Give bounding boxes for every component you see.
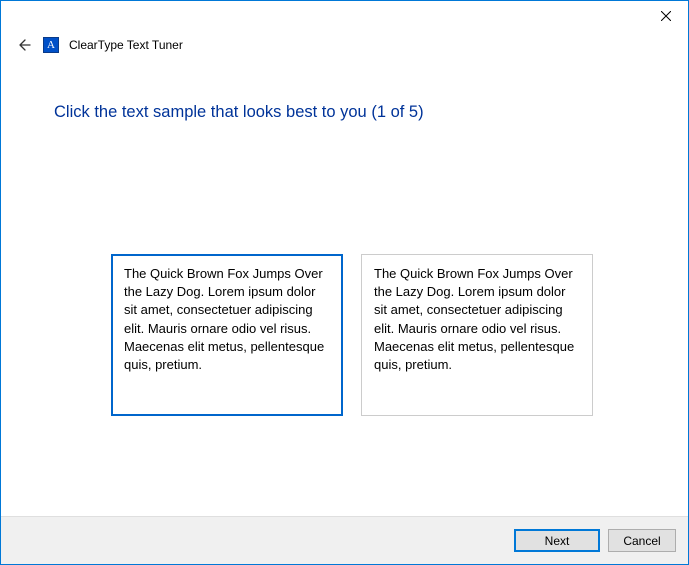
text-sample-1-content: The Quick Brown Fox Jumps Over the Lazy … — [124, 266, 324, 372]
wizard-footer: Next Cancel — [1, 516, 688, 564]
back-arrow-icon — [15, 37, 31, 53]
header-row: A ClearType Text Tuner — [1, 31, 688, 65]
close-icon — [661, 11, 671, 21]
next-button[interactable]: Next — [514, 529, 600, 552]
close-button[interactable] — [643, 1, 688, 31]
text-samples-row: The Quick Brown Fox Jumps Over the Lazy … — [111, 254, 678, 416]
app-icon: A — [43, 37, 59, 53]
app-icon-letter: A — [47, 40, 55, 51]
instruction-text: Click the text sample that looks best to… — [54, 103, 678, 122]
cancel-button[interactable]: Cancel — [608, 529, 676, 552]
text-sample-2-content: The Quick Brown Fox Jumps Over the Lazy … — [374, 266, 574, 372]
text-sample-2[interactable]: The Quick Brown Fox Jumps Over the Lazy … — [361, 254, 593, 416]
titlebar — [1, 1, 688, 31]
back-button[interactable] — [13, 35, 33, 55]
next-button-label: Next — [545, 534, 570, 548]
cleartype-tuner-window: A ClearType Text Tuner Click the text sa… — [0, 0, 689, 565]
content-area: Click the text sample that looks best to… — [1, 65, 688, 516]
cancel-button-label: Cancel — [623, 534, 660, 548]
text-sample-1[interactable]: The Quick Brown Fox Jumps Over the Lazy … — [111, 254, 343, 416]
app-title: ClearType Text Tuner — [69, 38, 183, 52]
